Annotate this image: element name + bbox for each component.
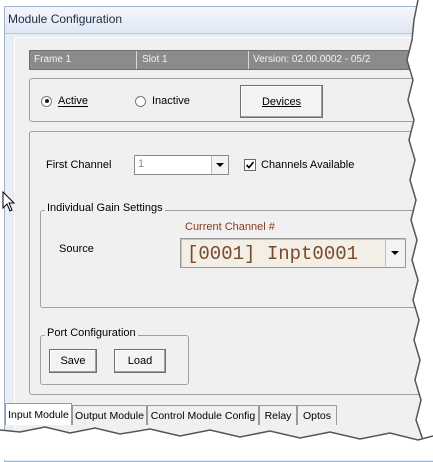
current-channel-combo[interactable]: [0001] Inpt0001 (180, 238, 406, 268)
version-label: Version: 02.00.0002 - 05/2 (253, 54, 371, 65)
info-divider (248, 51, 249, 69)
tab-optos[interactable]: Optos (297, 405, 337, 425)
first-channel-value: 1 (138, 158, 145, 170)
client-area: Frame 1 Slot 1 Version: 02.00.0002 - 05/… (14, 37, 433, 443)
devices-button[interactable]: Devices (240, 85, 323, 118)
tab-input-module[interactable]: Input Module (5, 403, 72, 425)
dropdown-arrow-icon[interactable] (211, 156, 228, 174)
check-mark-icon (245, 161, 255, 169)
window-title: Module Configuration (8, 12, 123, 26)
tab-relay[interactable]: Relay (259, 405, 297, 425)
port-configuration-legend: Port Configuration (45, 327, 138, 339)
current-channel-value: [0001] Inpt0001 (187, 243, 359, 265)
first-channel-combo[interactable]: 1 (134, 155, 229, 175)
individual-gain-legend: Individual Gain Settings (45, 202, 165, 214)
tab-control-module-config[interactable]: Control Module Config (147, 405, 259, 425)
dropdown-arrow-icon[interactable] (385, 240, 404, 266)
first-channel-label: First Channel (46, 159, 112, 171)
module-configuration-window: Module Configuration Frame 1 Slot 1 Vers… (4, 6, 433, 462)
source-label: Source (59, 243, 94, 255)
radio-selected-icon (41, 95, 52, 107)
radio-unselected-icon (135, 95, 146, 107)
active-radio[interactable]: Active (41, 95, 88, 107)
inactive-radio-label: Inactive (152, 95, 190, 107)
channels-available-checkbox[interactable] (244, 159, 256, 171)
inactive-radio[interactable]: Inactive (135, 95, 190, 107)
module-info-bar: Frame 1 Slot 1 Version: 02.00.0002 - 05/… (29, 50, 433, 70)
tab-output-module[interactable]: Output Module (72, 405, 147, 425)
save-button[interactable]: Save (49, 349, 97, 373)
frame-label: Frame 1 (34, 54, 72, 65)
mouse-pointer-icon (2, 191, 16, 212)
load-button[interactable]: Load (114, 349, 166, 373)
active-radio-label: Active (58, 95, 88, 107)
channels-available-label: Channels Available (261, 159, 355, 171)
current-channel-label: Current Channel # (185, 221, 275, 233)
state-group (29, 78, 433, 122)
info-divider (136, 51, 137, 69)
slot-label: Slot 1 (142, 54, 168, 65)
title-bar[interactable]: Module Configuration (5, 7, 433, 34)
